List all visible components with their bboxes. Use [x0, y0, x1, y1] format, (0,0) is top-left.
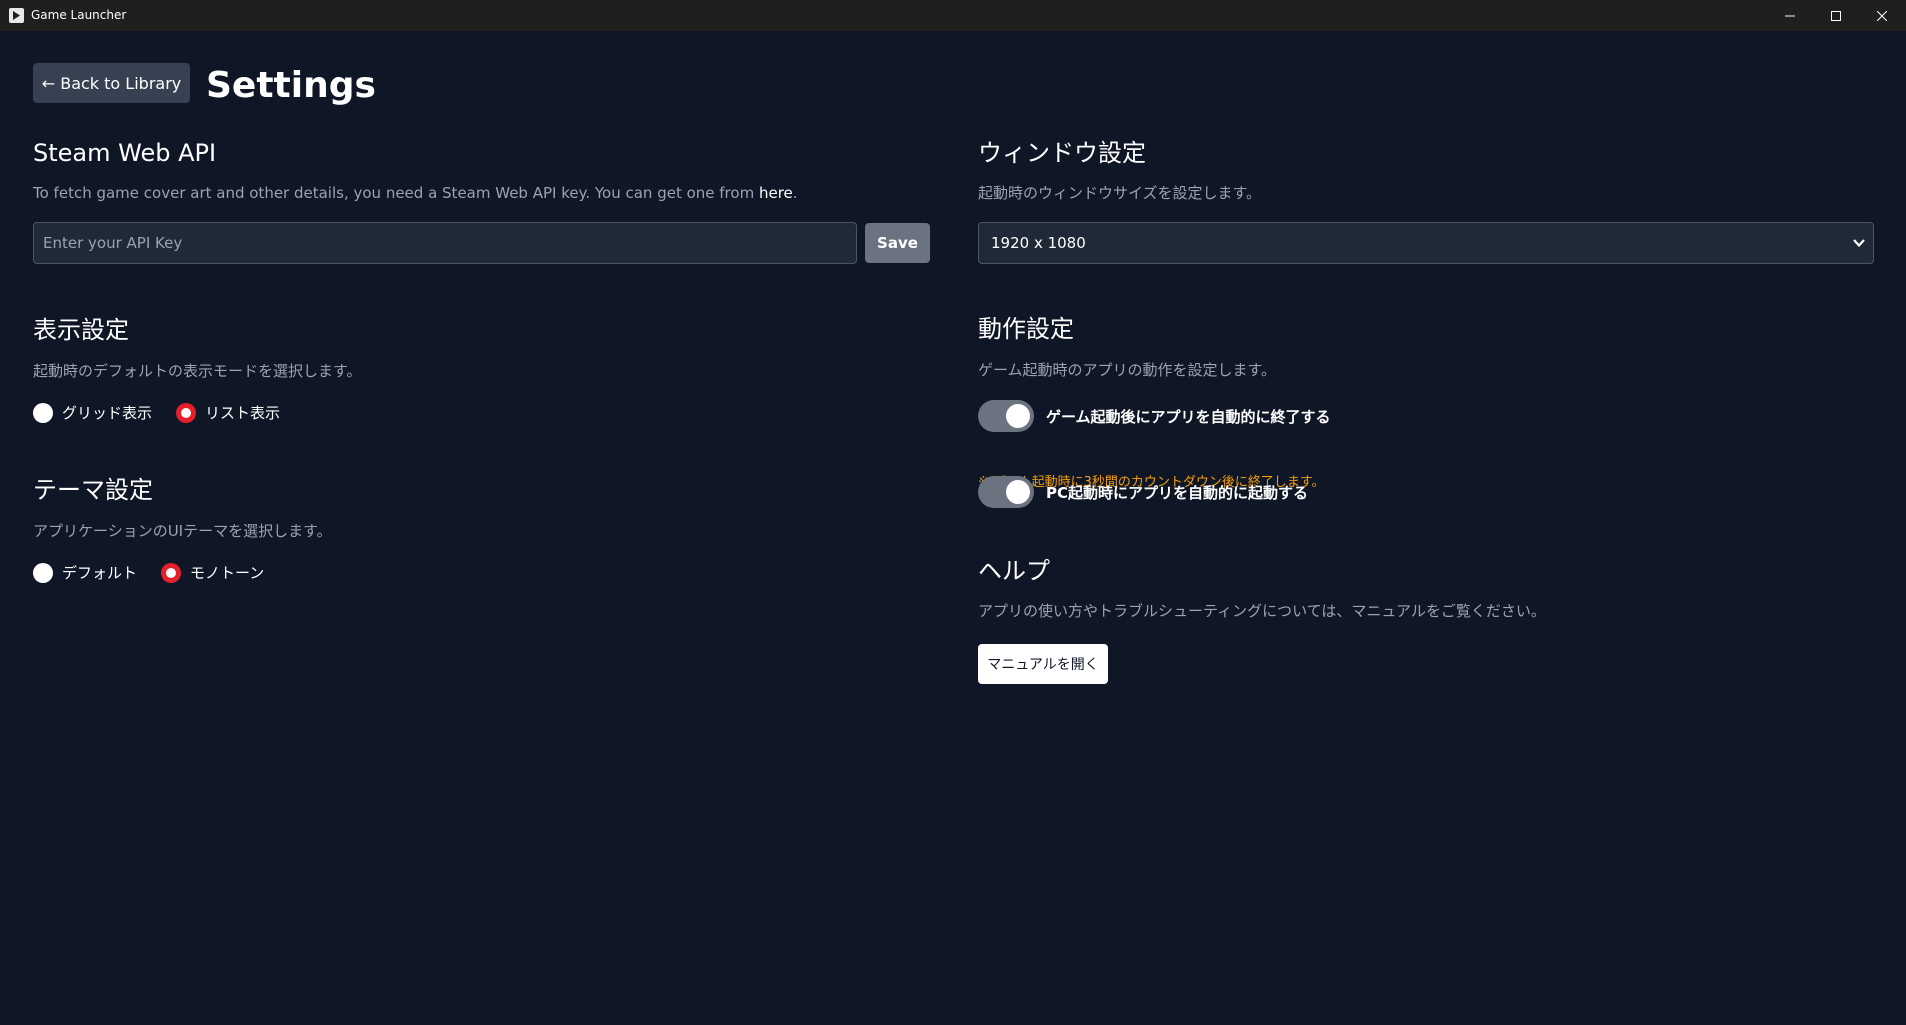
steam-api-description: To fetch game cover art and other detail… — [33, 184, 798, 204]
maximize-icon — [1831, 10, 1841, 21]
theme-radio-group: デフォルト モノトーン — [33, 562, 288, 583]
minimize-icon — [1785, 15, 1795, 16]
radio-button[interactable] — [33, 562, 53, 583]
auto-start-toggle-row: PC起動時にアプリを自動的に起動する — [978, 476, 1308, 508]
app-icon — [9, 8, 24, 23]
back-to-library-button[interactable]: ← Back to Library — [33, 63, 190, 103]
steam-api-link[interactable]: here — [759, 184, 793, 202]
radio-grid-view[interactable]: グリッド表示 — [33, 402, 152, 423]
toggle-knob — [1006, 480, 1030, 504]
radio-button[interactable] — [33, 402, 53, 423]
auto-start-toggle[interactable] — [978, 476, 1034, 508]
steam-api-title: Steam Web API — [33, 139, 217, 167]
radio-list-view[interactable]: リスト表示 — [176, 402, 280, 423]
radio-label: グリッド表示 — [62, 404, 153, 422]
display-settings-title: 表示設定 — [33, 316, 129, 344]
auto-exit-toggle[interactable] — [978, 400, 1034, 432]
window-size-select[interactable]: 1920 x 1080 — [978, 222, 1874, 264]
theme-settings-description: アプリケーションのUIテーマを選択します。 — [33, 522, 332, 540]
toggle-knob — [1006, 404, 1030, 428]
save-api-key-button[interactable]: Save — [865, 223, 930, 263]
auto-exit-toggle-row: ゲーム起動後にアプリを自動的に終了する — [978, 400, 1331, 432]
radio-label: リスト表示 — [205, 404, 281, 422]
window-size-value: 1920 x 1080 — [991, 234, 1086, 252]
radio-button[interactable] — [161, 562, 182, 583]
radio-label: デフォルト — [62, 564, 138, 582]
auto-start-label: PC起動時にアプリを自動的に起動する — [1046, 483, 1309, 502]
api-key-input[interactable] — [33, 222, 857, 264]
chevron-down-icon — [1853, 239, 1865, 248]
minimize-button[interactable] — [1767, 0, 1813, 31]
page-title: Settings — [206, 65, 376, 106]
steam-api-description-end: . — [792, 184, 798, 202]
window-title: Game Launcher — [31, 8, 127, 22]
window-settings-title: ウィンドウ設定 — [978, 139, 1146, 167]
auto-exit-label: ゲーム起動後にアプリを自動的に終了する — [1046, 407, 1331, 426]
open-manual-button[interactable]: マニュアルを開く — [978, 644, 1108, 684]
radio-theme-default[interactable]: デフォルト — [33, 562, 137, 583]
settings-page: ← Back to Library Settings Steam Web API… — [1, 31, 1905, 1024]
title-bar: Game Launcher — [0, 0, 1906, 31]
radio-button[interactable] — [176, 402, 197, 423]
steam-api-description-text: To fetch game cover art and other detail… — [33, 184, 759, 202]
window-settings-description: 起動時のウィンドウサイズを設定します。 — [978, 184, 1262, 202]
close-button[interactable] — [1859, 0, 1905, 31]
radio-label: モノトーン — [190, 564, 265, 582]
theme-settings-title: テーマ設定 — [33, 476, 153, 504]
display-mode-radio-group: グリッド表示 リスト表示 — [33, 402, 304, 423]
close-icon — [1877, 10, 1887, 21]
behavior-settings-title: 動作設定 — [978, 315, 1074, 343]
help-title: ヘルプ — [978, 557, 1050, 585]
behavior-settings-description: ゲーム起動時のアプリの動作を設定します。 — [978, 361, 1277, 379]
display-settings-description: 起動時のデフォルトの表示モードを選択します。 — [33, 362, 362, 380]
help-description: アプリの使い方やトラブルシューティングについては、マニュアルをご覧ください。 — [978, 602, 1546, 620]
maximize-button[interactable] — [1813, 0, 1859, 31]
radio-theme-monotone[interactable]: モノトーン — [161, 562, 264, 583]
